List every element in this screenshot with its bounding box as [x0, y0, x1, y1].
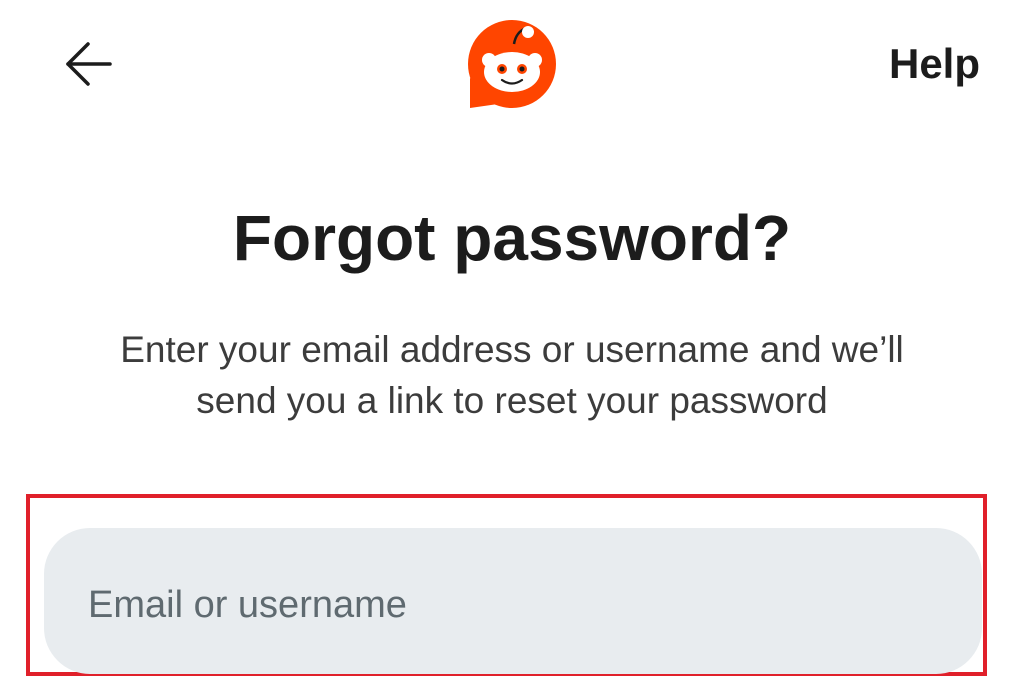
help-link[interactable]: Help — [889, 40, 980, 88]
page-title: Forgot password? — [232, 202, 792, 274]
page-subtitle: Enter your email address or username and… — [20, 324, 1004, 426]
email-or-username-field[interactable] — [44, 528, 982, 674]
arrow-left-icon — [62, 38, 114, 95]
email-or-username-input[interactable] — [86, 582, 982, 628]
forgot-password-screen: Help Forgot password? Enter your email a… — [0, 0, 1024, 686]
back-button[interactable] — [52, 30, 124, 102]
reddit-logo — [462, 16, 562, 112]
subtitle-line-1: Enter your email address or username and… — [120, 329, 904, 370]
subtitle-line-2: send you a link to reset your password — [196, 380, 828, 421]
